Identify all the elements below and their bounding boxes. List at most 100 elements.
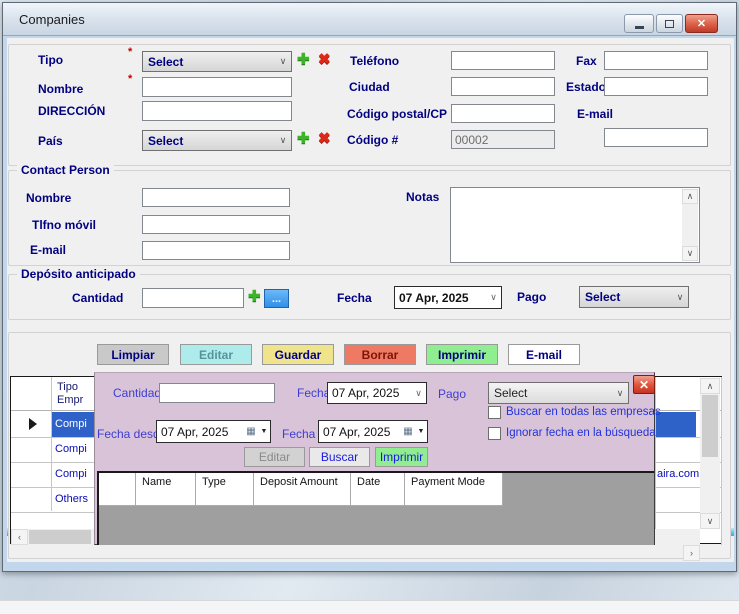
contact-nombre-input[interactable] (142, 188, 290, 207)
maximize-icon (665, 20, 674, 28)
all-companies-checkbox-label: Buscar en todas las empresas (506, 406, 661, 418)
estado-input[interactable] (604, 77, 708, 96)
cantidad-input[interactable] (142, 288, 244, 308)
fecha-hasta-label: Fecha hasta (282, 427, 320, 441)
scroll-down-icon[interactable]: ∨ (700, 513, 720, 529)
minimize-button[interactable] (624, 14, 654, 33)
popup-cantidad-label: Cantidad (113, 386, 161, 400)
add-deposito-icon[interactable]: ✚ (248, 289, 261, 304)
grid-vscrollbar[interactable]: ∧ ∨ (700, 378, 720, 529)
pago-select[interactable]: Select ∨ (579, 286, 689, 308)
window-title: Companies (19, 12, 85, 27)
email-cell[interactable]: aira.com (657, 468, 699, 480)
popup-cantidad-input[interactable] (159, 383, 275, 403)
notas-label: Notas (406, 190, 439, 204)
scroll-up-icon[interactable]: ∧ (682, 189, 698, 204)
fecha-hasta-picker[interactable]: 07 Apr, 2025 ▦ ▼ (318, 420, 428, 443)
scroll-up-icon[interactable]: ∧ (700, 378, 720, 394)
grid-col-date[interactable]: Date (351, 473, 405, 506)
tipo-label: Tipo (38, 53, 63, 67)
grid-col-name[interactable]: Name (136, 473, 196, 506)
contact-person-legend: Contact Person (17, 163, 114, 177)
fecha-select[interactable]: 07 Apr, 2025 ∨ (394, 286, 502, 309)
grid-row-header (99, 473, 136, 506)
chevron-down-icon: ∨ (486, 292, 501, 303)
estado-label: Estado (566, 80, 606, 94)
chevron-down-icon: ∨ (672, 292, 688, 303)
fecha-desde-picker[interactable]: 07 Apr, 2025 ▦ ▼ (156, 420, 271, 443)
limpiar-button[interactable]: Limpiar (97, 344, 169, 365)
calendar-icon: ▦ (401, 426, 415, 437)
close-icon: ✕ (697, 17, 706, 30)
popup-buscar-button[interactable]: Buscar (309, 447, 370, 467)
nombre-input[interactable] (142, 77, 292, 97)
scroll-left-icon[interactable]: ‹ (11, 529, 28, 545)
dropdown-arrow-icon[interactable]: ▼ (415, 428, 427, 435)
contact-tlfno-input[interactable] (142, 215, 290, 234)
delete-tipo-icon[interactable]: ✖ (318, 52, 331, 67)
telefono-label: Teléfono (350, 54, 399, 68)
close-icon: ✕ (639, 378, 649, 392)
deposits-grid[interactable]: Name Type Deposit Amount Date Payment Mo… (97, 471, 654, 545)
notas-textarea[interactable]: ∧ ∨ (450, 187, 700, 263)
desktop-background: Companies ✕ Tipo * Select ∨ ✚ ✖ Teléfono… (0, 0, 739, 614)
fecha-desde-label: Fecha desde (97, 427, 157, 441)
chevron-down-icon: ∨ (275, 135, 291, 146)
codigo-postal-label: Código postal/CP (347, 107, 447, 121)
guardar-button[interactable]: Guardar (262, 344, 334, 365)
editar-button[interactable]: Editar (180, 344, 252, 365)
chevron-down-icon: ∨ (612, 388, 628, 399)
popup-fecha-label: Fecha (297, 386, 330, 400)
tipo-required-mark: * (128, 46, 132, 58)
popup-editar-button[interactable]: Editar (244, 447, 305, 467)
hscroll-thumb[interactable] (29, 530, 91, 544)
delete-pais-icon[interactable]: ✖ (318, 131, 331, 146)
popup-fecha-select[interactable]: 07 Apr, 2025 ∨ (327, 382, 427, 404)
ciudad-input[interactable] (451, 77, 555, 96)
browse-deposito-button[interactable]: ... (264, 289, 289, 308)
pais-label: País (38, 134, 63, 148)
grid-col-tipo-empresa[interactable]: Tipo Empr (57, 381, 83, 407)
grid-col-payment-mode[interactable]: Payment Mode (405, 473, 503, 506)
email-input[interactable] (604, 128, 708, 147)
fax-input[interactable] (604, 51, 708, 70)
popup-pago-label: Pago (438, 387, 466, 401)
borrar-button[interactable]: Borrar (344, 344, 416, 365)
popup-imprimir-button[interactable]: Imprimir (375, 447, 428, 467)
ignore-date-checkbox[interactable] (488, 427, 501, 440)
add-tipo-icon[interactable]: ✚ (297, 52, 310, 67)
telefono-input[interactable] (451, 51, 555, 70)
chevron-down-icon: ∨ (275, 56, 291, 67)
minimize-icon (635, 26, 644, 29)
notas-scrollbar[interactable]: ∧ ∨ (682, 189, 698, 261)
ciudad-label: Ciudad (349, 80, 390, 94)
vscroll-thumb[interactable] (702, 395, 718, 457)
scroll-right-icon[interactable]: › (683, 545, 700, 561)
popup-close-button[interactable]: ✕ (633, 375, 655, 394)
title-bar[interactable]: Companies ✕ (3, 3, 736, 36)
fecha-label: Fecha (337, 291, 372, 305)
maximize-button[interactable] (656, 14, 683, 33)
email-label: E-mail (577, 107, 613, 121)
contact-tlfno-label: Tlfno móvil (32, 218, 96, 232)
nombre-required-mark: * (128, 73, 132, 85)
scroll-down-icon[interactable]: ∨ (682, 246, 698, 261)
imprimir-button[interactable]: Imprimir (426, 344, 498, 365)
all-companies-checkbox[interactable] (488, 406, 501, 419)
direccion-input[interactable] (142, 101, 292, 121)
grid-col-type[interactable]: Type (196, 473, 254, 506)
contact-email-label: E-mail (30, 243, 66, 257)
codigo-postal-input[interactable] (451, 104, 555, 123)
add-pais-icon[interactable]: ✚ (297, 131, 310, 146)
pais-select[interactable]: Select ∨ (142, 130, 292, 151)
status-strip (0, 600, 739, 614)
contact-email-input[interactable] (142, 241, 290, 260)
grid-col-deposit-amount[interactable]: Deposit Amount (254, 473, 351, 506)
dropdown-arrow-icon[interactable]: ▼ (258, 428, 270, 435)
deposit-search-popup: Cantidad Fecha 07 Apr, 2025 ∨ Pago Selec… (94, 372, 655, 545)
tipo-select[interactable]: Select ∨ (142, 51, 292, 72)
popup-pago-select[interactable]: Select ∨ (488, 382, 629, 404)
close-button[interactable]: ✕ (685, 14, 718, 33)
codigo-input (451, 130, 555, 149)
email-button[interactable]: E-mail (508, 344, 580, 365)
